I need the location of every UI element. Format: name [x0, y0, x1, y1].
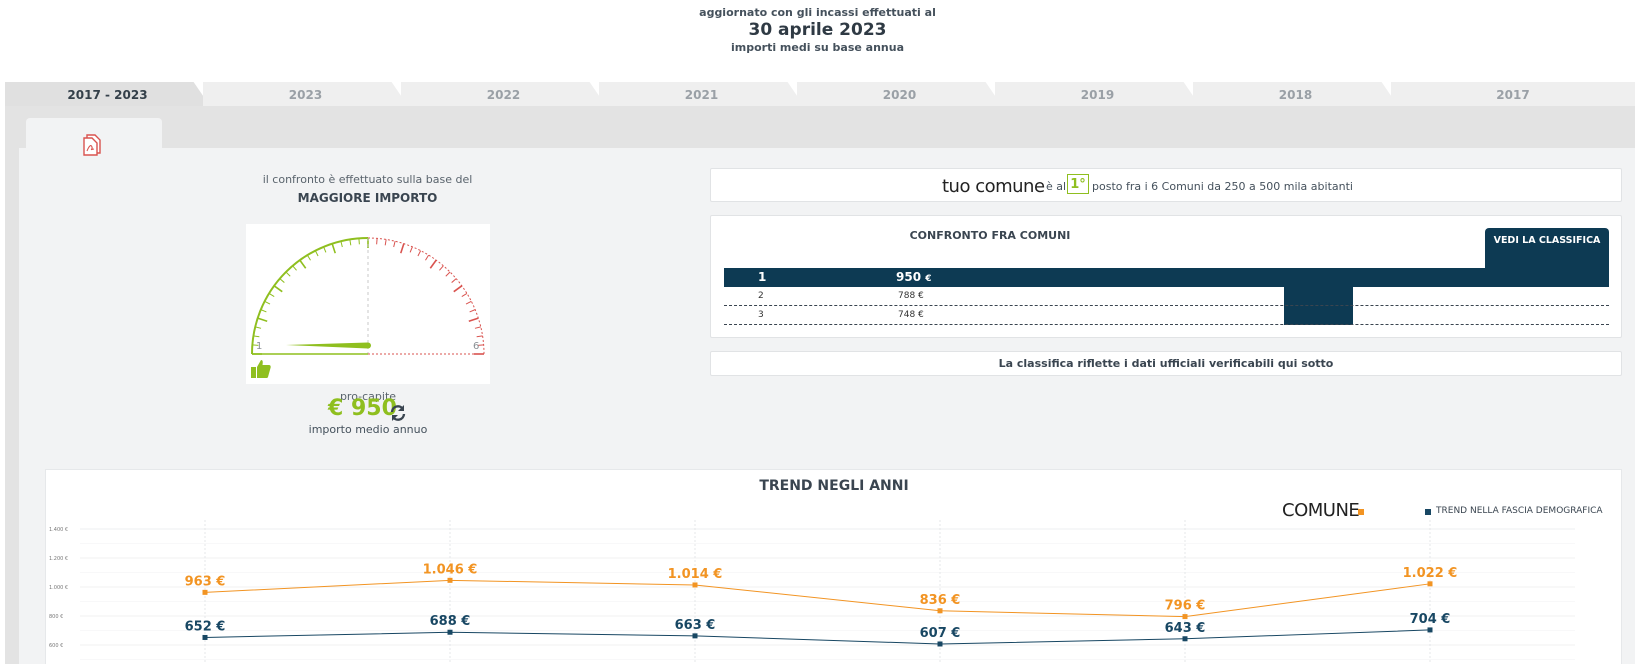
y-tick-label: 600 € — [49, 643, 63, 649]
data-point — [692, 582, 698, 588]
data-label: 1.022 € — [1403, 566, 1458, 581]
per-capita-subtitle: importo medio annuo — [308, 423, 428, 436]
trend-title: TREND NEGLI ANNI — [759, 478, 909, 494]
gauge-min-label: 1 — [256, 341, 262, 352]
table-row: 3 748 € — [724, 306, 1609, 325]
tab-2022[interactable]: 2022 — [401, 82, 606, 106]
data-point — [937, 641, 943, 647]
y-tick-label: 1.000 € — [49, 585, 68, 591]
tab-2021[interactable]: 2021 — [599, 82, 804, 106]
legend-comune-marker — [1358, 509, 1364, 515]
tab-2017[interactable]: 2017 — [1391, 82, 1635, 106]
panel-toolbar — [5, 106, 1635, 148]
data-label: 663 € — [675, 618, 716, 633]
official-data-note: La classifica riflette i dati ufficiali … — [710, 351, 1622, 376]
tab-2020[interactable]: 2020 — [797, 82, 1002, 106]
data-label: 1.046 € — [423, 562, 478, 577]
tab-2019[interactable]: 2019 — [995, 82, 1200, 106]
gauge-title: MAGGIORE IMPORTO — [297, 191, 438, 205]
update-caption: aggiornato con gli incassi effettuati al — [699, 6, 936, 19]
pdf-icon[interactable] — [82, 132, 104, 156]
data-label: 688 € — [430, 614, 471, 629]
data-point — [447, 577, 453, 583]
data-label: 652 € — [185, 619, 226, 634]
data-point — [447, 629, 453, 635]
refresh-icon[interactable] — [389, 404, 407, 422]
data-point — [202, 589, 208, 595]
data-point — [1182, 636, 1188, 642]
comparison-row-highlight — [724, 268, 1609, 287]
year-tabs: 2017 - 2023 2023 2022 2021 2020 2019 201… — [5, 82, 1635, 106]
ranking-gauge: 1 6 — [246, 224, 490, 384]
per-capita-value: € 950 — [328, 396, 397, 421]
data-label: 836 € — [920, 593, 961, 608]
table-row: 2 788 € — [724, 287, 1609, 306]
report-header: aggiornato con gli incassi effettuati al… — [0, 0, 1635, 80]
update-date: 30 aprile 2023 — [748, 20, 887, 40]
data-point — [1182, 614, 1188, 620]
legend-trend-marker — [1425, 509, 1431, 515]
comparison-row-value: 748 € — [898, 310, 924, 320]
data-point — [937, 608, 943, 614]
y-tick-label: 800 € — [49, 614, 63, 620]
municipality-name: tuo comune — [942, 176, 1045, 197]
comparison-row-position: 3 — [758, 310, 764, 320]
data-point — [692, 633, 698, 639]
data-point — [202, 634, 208, 640]
data-label: 704 € — [1410, 612, 1451, 627]
data-label: 796 € — [1165, 599, 1206, 614]
tab-2017-2023[interactable]: 2017 - 2023 — [5, 82, 210, 106]
comparison-row-value: 788 € — [898, 291, 924, 301]
tab-2023[interactable]: 2023 — [203, 82, 408, 106]
series-line — [204, 579, 1431, 618]
data-point — [1427, 581, 1433, 587]
ranking-pre-text: è al — [1046, 180, 1067, 193]
data-point — [1427, 627, 1433, 633]
legend-comune-label: COMUNE — [1282, 500, 1360, 521]
ranking-position-badge: 1° — [1067, 174, 1089, 194]
trend-line-chart: 1.400 € 1.200 € 1.000 € 800 € 600 € 963 € 1.04… — [49, 520, 1575, 664]
comparison-row-position: 2 — [758, 291, 764, 301]
data-label: 643 € — [1165, 621, 1206, 636]
y-tick-label: 1.200 € — [49, 556, 68, 562]
comparison-row-1-position: 1 — [758, 270, 767, 284]
data-label: 1.014 € — [668, 567, 723, 582]
thumbs-up-icon — [251, 360, 271, 378]
y-tick-label: 1.400 € — [49, 527, 68, 533]
comparison-title: CONFRONTO FRA COMUNI — [909, 229, 1071, 242]
legend-trend-label: TREND NELLA FASCIA DEMOGRAFICA — [1436, 506, 1603, 516]
ranking-post-text: posto fra i 6 Comuni da 250 a 500 mila a… — [1092, 180, 1353, 193]
comparison-row-1-value: 950 € — [896, 270, 932, 284]
view-ranking-button[interactable]: VEDI LA CLASSIFICA — [1485, 228, 1609, 268]
gauge-max-label: 6 — [473, 341, 479, 352]
series-line — [204, 629, 1431, 645]
gauge-intro: il confronto è effettuato sulla base del — [262, 173, 473, 186]
tab-2018[interactable]: 2018 — [1193, 82, 1398, 106]
amount-basis-caption: importi medi su base annua — [730, 41, 905, 54]
data-label: 963 € — [185, 574, 226, 589]
data-label: 607 € — [920, 626, 961, 641]
